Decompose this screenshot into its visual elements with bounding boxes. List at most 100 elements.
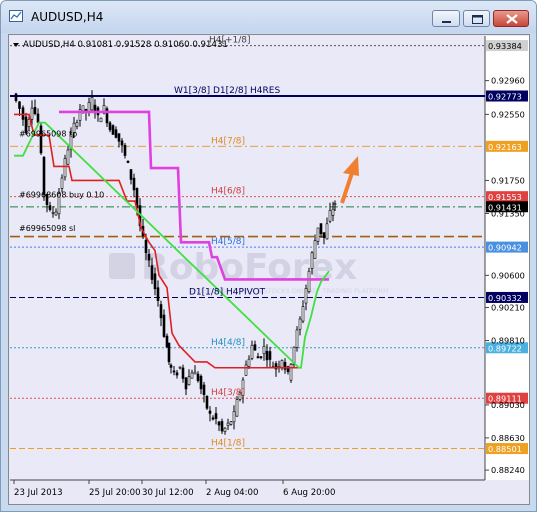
candle-body bbox=[132, 177, 136, 191]
candle-body bbox=[51, 212, 55, 214]
maximize-icon bbox=[472, 15, 483, 24]
time-tick-label: 2 Aug 04:00 bbox=[206, 488, 258, 498]
time-tick-label: 23 Jul 2013 bbox=[14, 488, 63, 498]
candle-body bbox=[54, 211, 58, 216]
candle-body bbox=[187, 376, 191, 386]
candle-body bbox=[165, 335, 169, 348]
order-label: #69968608 buy 0.10 bbox=[19, 190, 104, 199]
price-tick-label: 0.89030 bbox=[491, 400, 525, 410]
candle-body bbox=[319, 223, 323, 235]
candle-body bbox=[214, 413, 218, 419]
candle-body bbox=[120, 140, 124, 146]
chart-window-icon bbox=[9, 10, 23, 22]
close-button[interactable] bbox=[493, 10, 529, 27]
candle-body bbox=[259, 356, 263, 358]
watermark-logo-icon bbox=[109, 253, 135, 279]
candle-body bbox=[211, 417, 215, 420]
candle-body bbox=[175, 372, 179, 376]
order-label: #69965098 sl bbox=[19, 224, 75, 233]
candle-body bbox=[169, 364, 173, 368]
price-tick-label: 0.91350 bbox=[491, 208, 525, 218]
candle-body bbox=[18, 101, 21, 109]
candle-body bbox=[199, 375, 203, 390]
candle-body bbox=[325, 223, 329, 240]
candle-body bbox=[90, 97, 94, 111]
candle-body bbox=[114, 129, 118, 138]
candle-body bbox=[99, 117, 103, 123]
candle-body bbox=[205, 395, 209, 409]
candle-body bbox=[159, 304, 163, 319]
chart-window: AUDUSD,H4 RoboForex INVESTORS · FOREX & … bbox=[0, 0, 537, 512]
candle-body bbox=[247, 358, 251, 367]
maximize-button[interactable] bbox=[463, 10, 490, 27]
level-label: H4[1/8] bbox=[211, 439, 245, 449]
candle-body bbox=[313, 240, 317, 259]
candle-body bbox=[268, 351, 272, 360]
level-label: H4[3/8] bbox=[211, 388, 245, 398]
price-tick-label: 0.91750 bbox=[491, 175, 525, 185]
price-axis-panel bbox=[485, 36, 529, 480]
candle-body bbox=[253, 344, 257, 351]
candle-body bbox=[48, 205, 52, 210]
symbol-info-line: AUDUSD,H4 0.91081 0.91528 0.91060 0.9143… bbox=[23, 40, 228, 50]
candle-body bbox=[153, 273, 157, 290]
price-tag-label: 0.91553 bbox=[488, 192, 522, 202]
candle-body bbox=[316, 227, 320, 242]
candle-body bbox=[220, 421, 224, 432]
window-title: AUDUSD,H4 bbox=[31, 10, 104, 24]
level-label: D1[1/8] H4PIVOT bbox=[189, 287, 266, 297]
candle-body bbox=[30, 107, 34, 120]
title-bar[interactable]: AUDUSD,H4 bbox=[1, 1, 536, 33]
candle-body bbox=[250, 344, 254, 359]
price-chart[interactable]: RoboForex INVESTORS · FOREX & STOCKS ONL… bbox=[9, 35, 529, 504]
price-tag-label: 0.90332 bbox=[488, 293, 522, 303]
candle-body bbox=[144, 239, 148, 253]
candle-body bbox=[108, 122, 112, 131]
candle-body bbox=[196, 373, 200, 381]
candle-body bbox=[262, 345, 266, 354]
price-tag-label: 0.90942 bbox=[488, 243, 522, 253]
candle-body bbox=[223, 427, 227, 432]
candle-body bbox=[111, 125, 115, 135]
candle-body bbox=[147, 253, 151, 261]
candle-body bbox=[14, 93, 18, 101]
order-label: #69965098 tp bbox=[19, 129, 77, 138]
candle-body bbox=[307, 270, 311, 292]
time-tick-label: 6 Aug 20:00 bbox=[283, 488, 335, 498]
watermark-text: RoboForex bbox=[141, 247, 357, 288]
candle-body bbox=[229, 421, 233, 425]
candle-body bbox=[226, 422, 230, 426]
minimize-button[interactable] bbox=[432, 10, 460, 27]
price-tick-label: 0.89810 bbox=[491, 336, 525, 346]
chart-area[interactable]: RoboForex INVESTORS · FOREX & STOCKS ONL… bbox=[8, 34, 530, 505]
level-label: H4[5/8] bbox=[211, 237, 245, 247]
candle-body bbox=[129, 169, 133, 180]
candle-body bbox=[156, 287, 160, 301]
candle-body bbox=[193, 371, 197, 375]
candle-body bbox=[63, 158, 67, 178]
candle-body bbox=[117, 133, 121, 142]
candle-body bbox=[172, 370, 176, 373]
time-tick-label: 25 Jul 20:00 bbox=[89, 488, 141, 498]
price-tag-label: 0.93384 bbox=[488, 41, 522, 51]
price-tick-label: 0.90210 bbox=[491, 303, 525, 313]
price-tag-label: 0.92163 bbox=[488, 142, 522, 152]
candle-body bbox=[60, 177, 64, 189]
candle-body bbox=[331, 208, 335, 216]
candle-body bbox=[202, 384, 206, 395]
candle-body bbox=[42, 156, 46, 195]
price-tick-label: 0.92550 bbox=[491, 109, 525, 119]
price-tag-label: 0.92773 bbox=[488, 91, 522, 101]
time-tick-label: 30 Jul 12:00 bbox=[142, 488, 194, 498]
candle-body bbox=[167, 342, 171, 363]
candle-body bbox=[190, 372, 194, 379]
price-tag-label: 0.88501 bbox=[488, 444, 522, 454]
price-tick-label: 0.90600 bbox=[491, 270, 525, 280]
level-label: W1[3/8] D1[2/8] H4RES bbox=[174, 86, 280, 96]
price-tick-label: 0.88240 bbox=[491, 465, 525, 475]
candle-body bbox=[208, 410, 212, 414]
candle-body bbox=[322, 232, 326, 239]
candle-body bbox=[33, 107, 37, 115]
candle-body bbox=[298, 318, 302, 330]
level-label: H4[4/8] bbox=[211, 338, 245, 348]
